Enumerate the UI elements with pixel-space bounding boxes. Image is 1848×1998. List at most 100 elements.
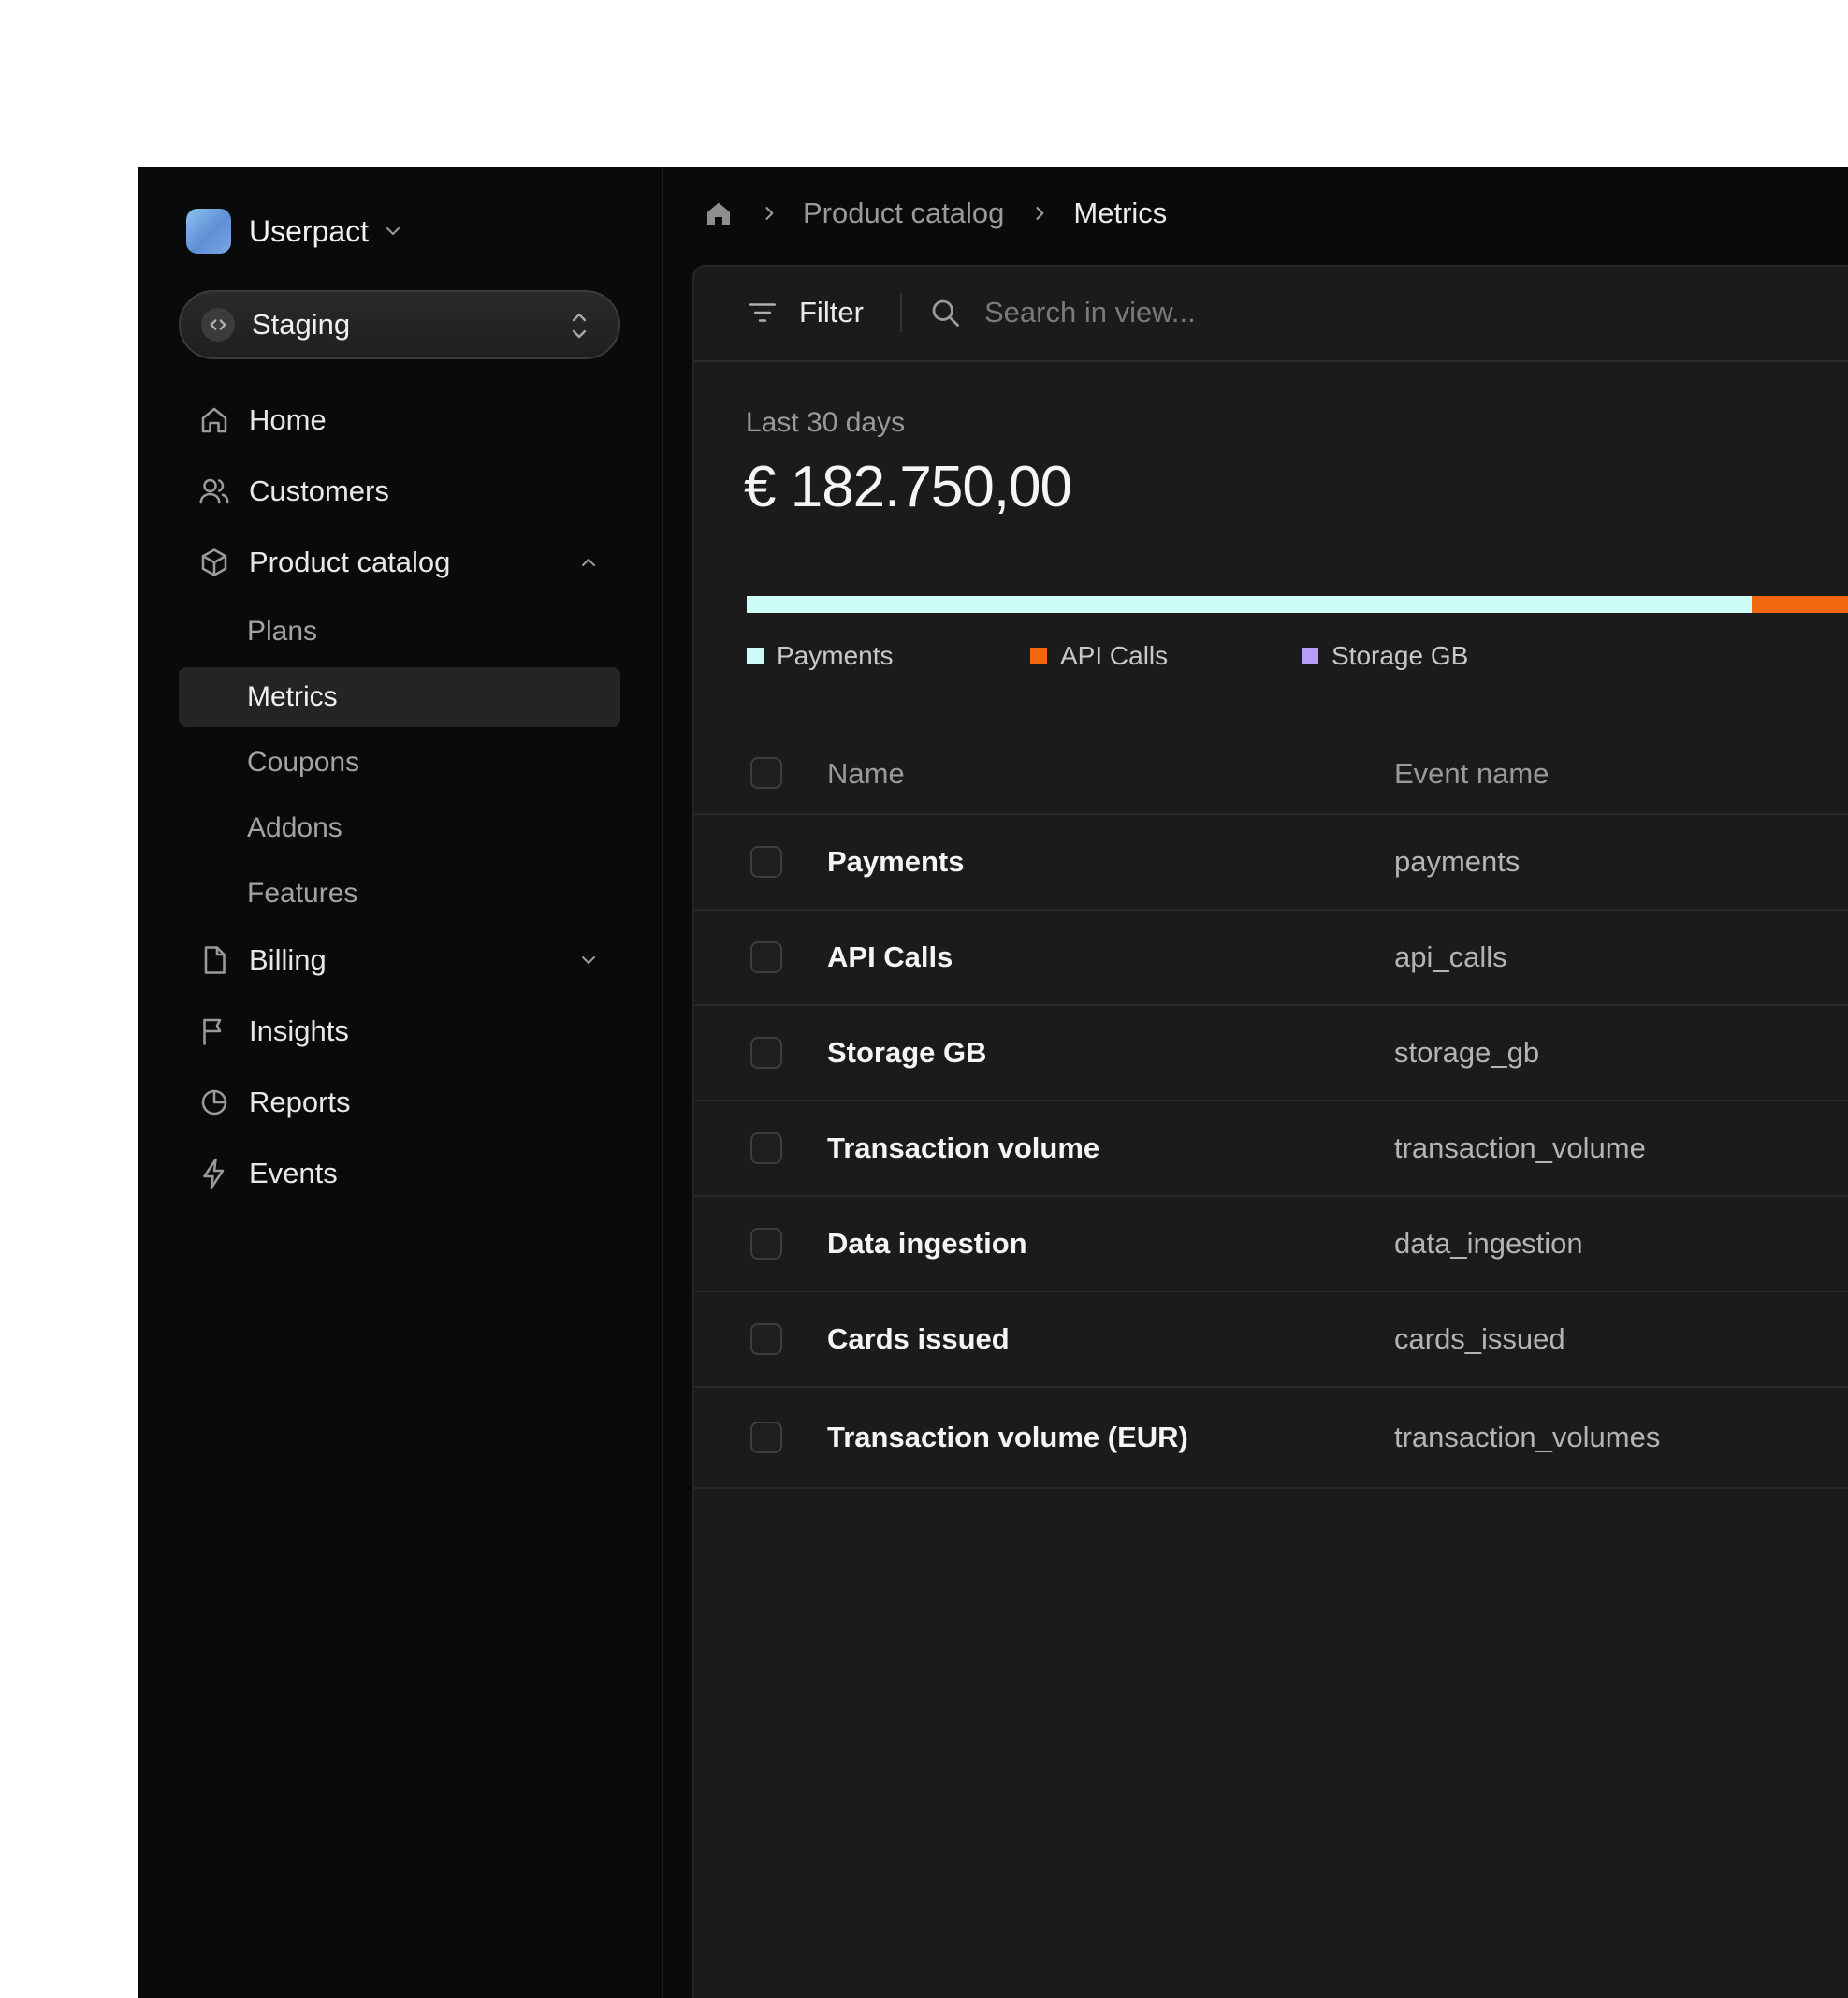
box-icon bbox=[201, 548, 227, 576]
metric-name: Payments bbox=[827, 845, 965, 878]
table-row[interactable]: Transaction volume transaction_volume bbox=[694, 1101, 1848, 1197]
row-checkbox[interactable] bbox=[750, 1422, 782, 1453]
breadcrumb: Product catalog Metrics bbox=[704, 190, 1167, 237]
metric-name: API Calls bbox=[827, 941, 953, 973]
column-header-name[interactable]: Name bbox=[827, 757, 905, 791]
legend-item: Storage GB bbox=[1302, 641, 1468, 671]
home-icon bbox=[201, 407, 227, 433]
metric-event-name: transaction_volume bbox=[1394, 1131, 1646, 1164]
sidebar-subitem-label: Metrics bbox=[247, 681, 338, 712]
metric-event-name: cards_issued bbox=[1394, 1322, 1565, 1355]
sidebar-item-billing[interactable]: Billing bbox=[179, 930, 620, 990]
breadcrumb-current: Metrics bbox=[1073, 197, 1168, 229]
table-row[interactable]: Data ingestion data_ingestion bbox=[694, 1197, 1848, 1292]
sidebar-subitem-label: Addons bbox=[247, 812, 342, 843]
sidebar-item-label: Reports bbox=[249, 1086, 351, 1118]
metric-name: Storage GB bbox=[827, 1036, 987, 1069]
sidebar-subitem-coupons[interactable]: Coupons bbox=[179, 733, 620, 793]
app-window: Userpact Staging Home Customers Product … bbox=[138, 167, 1848, 1998]
toolbar-divider bbox=[900, 293, 902, 332]
search-icon bbox=[932, 299, 959, 327]
sidebar-item-label: Insights bbox=[249, 1014, 349, 1047]
column-header-event-name[interactable]: Event name bbox=[1394, 757, 1549, 791]
table-row[interactable]: API Calls api_calls bbox=[694, 911, 1848, 1006]
sidebar-item-customers[interactable]: Customers bbox=[179, 461, 620, 521]
sidebar-subitem-features[interactable]: Features bbox=[179, 864, 620, 924]
search-input[interactable] bbox=[982, 295, 1641, 330]
users-icon bbox=[199, 478, 229, 504]
total-amount: € 182.750,00 bbox=[744, 455, 1072, 519]
environment-label: Staging bbox=[252, 308, 351, 341]
metrics-panel: Filter Last 30 days € 182.750,00 Payment… bbox=[692, 265, 1848, 1998]
metric-name: Cards issued bbox=[827, 1322, 1010, 1355]
table-row[interactable]: Storage GB storage_gb bbox=[694, 1006, 1848, 1101]
workspace-logo bbox=[186, 209, 231, 254]
sidebar-item-label: Customers bbox=[249, 474, 389, 507]
metric-name: Data ingestion bbox=[827, 1227, 1027, 1260]
chevron-right-icon bbox=[765, 207, 774, 220]
sidebar-item-product-catalog[interactable]: Product catalog bbox=[179, 532, 620, 592]
metric-event-name: data_ingestion bbox=[1394, 1227, 1583, 1260]
flag-icon bbox=[203, 1018, 222, 1045]
metrics-table: Name Event name Payments payments API Ca… bbox=[694, 735, 1848, 1489]
row-checkbox[interactable] bbox=[750, 1228, 782, 1260]
metric-event-name: api_calls bbox=[1394, 941, 1507, 973]
usage-bar-segment bbox=[747, 596, 1752, 613]
filter-button[interactable]: Filter bbox=[747, 291, 864, 334]
sidebar-item-label: Product catalog bbox=[249, 546, 451, 578]
sidebar-subitem-label: Plans bbox=[247, 616, 318, 647]
legend-swatch bbox=[1302, 648, 1318, 664]
table-header: Name Event name bbox=[694, 735, 1848, 815]
metric-name: Transaction volume bbox=[827, 1131, 1100, 1164]
sidebar-item-reports[interactable]: Reports bbox=[179, 1072, 620, 1132]
table-row[interactable]: Payments payments bbox=[694, 815, 1848, 911]
search-box bbox=[928, 291, 1770, 334]
row-checkbox[interactable] bbox=[750, 1132, 782, 1164]
chevron-down-icon bbox=[386, 227, 400, 235]
breadcrumb-product-catalog[interactable]: Product catalog bbox=[803, 197, 1004, 230]
environment-selector[interactable]: Staging bbox=[179, 290, 620, 359]
table-row[interactable]: Transaction volume (EUR) transaction_vol… bbox=[694, 1388, 1848, 1489]
usage-breakdown-bar bbox=[747, 596, 1848, 613]
metric-event-name: transaction_volumes bbox=[1394, 1421, 1661, 1453]
sidebar-item-home[interactable]: Home bbox=[179, 390, 620, 450]
legend-swatch bbox=[1030, 648, 1047, 664]
workspace-switcher[interactable]: Userpact bbox=[186, 209, 404, 254]
toolbar: Filter bbox=[694, 267, 1848, 362]
row-checkbox[interactable] bbox=[750, 941, 782, 973]
row-checkbox[interactable] bbox=[750, 1323, 782, 1355]
sidebar-item-label: Home bbox=[249, 403, 327, 436]
file-icon bbox=[204, 946, 226, 974]
legend-label: API Calls bbox=[1060, 641, 1169, 670]
usage-bar-segment bbox=[1751, 596, 1848, 613]
metric-name: Transaction volume (EUR) bbox=[827, 1421, 1188, 1453]
row-checkbox[interactable] bbox=[750, 1037, 782, 1069]
code-icon bbox=[201, 308, 235, 342]
legend-item: API Calls bbox=[1030, 641, 1168, 671]
legend-label: Storage GB bbox=[1331, 641, 1469, 670]
legend-label: Payments bbox=[777, 641, 894, 670]
sidebar-subitem-label: Features bbox=[247, 878, 358, 909]
legend-swatch bbox=[747, 648, 764, 664]
sidebar-item-events[interactable]: Events bbox=[179, 1144, 620, 1203]
row-checkbox[interactable] bbox=[750, 846, 782, 878]
metric-event-name: storage_gb bbox=[1394, 1036, 1540, 1069]
select-all-checkbox[interactable] bbox=[750, 757, 782, 789]
period-label: Last 30 days bbox=[746, 407, 906, 438]
sidebar-item-label: Billing bbox=[249, 943, 327, 976]
pie-chart-icon bbox=[201, 1089, 227, 1116]
chevron-up-icon bbox=[582, 559, 595, 566]
sidebar-subitem-addons[interactable]: Addons bbox=[179, 798, 620, 858]
sidebar-item-label: Events bbox=[249, 1157, 338, 1189]
filter-label: Filter bbox=[799, 296, 864, 328]
sidebar-subitem-plans[interactable]: Plans bbox=[179, 602, 620, 662]
sidebar-subitem-metrics[interactable]: Metrics bbox=[179, 667, 620, 727]
lightning-icon bbox=[203, 1158, 225, 1189]
home-icon[interactable] bbox=[704, 198, 734, 228]
table-row[interactable]: Cards issued cards_issued bbox=[694, 1292, 1848, 1388]
workspace-name: Userpact bbox=[249, 213, 370, 248]
chevron-right-icon bbox=[1036, 207, 1044, 220]
filter-icon bbox=[749, 303, 777, 322]
sidebar-subitem-label: Coupons bbox=[247, 747, 360, 778]
sidebar-item-insights[interactable]: Insights bbox=[179, 1001, 620, 1061]
